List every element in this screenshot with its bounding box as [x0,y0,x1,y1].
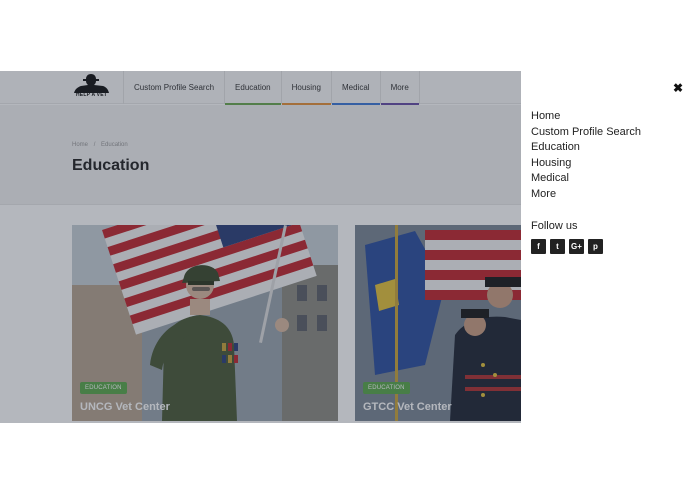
breadcrumb-home[interactable]: Home [72,142,88,148]
close-icon[interactable]: ✖ [671,81,685,95]
category-badge[interactable]: EDUCATION [80,382,127,394]
nav-label: More [390,83,409,92]
menu-item-medical[interactable]: Medical [531,171,641,187]
breadcrumb-current: Education [101,142,128,148]
offcanvas-menu-panel: ✖ Home Custom Profile Search Education H… [521,71,695,423]
article-card[interactable]: EDUCATION GTCC Vet Center [355,225,521,421]
follow-us-heading: Follow us [531,220,578,232]
nav-label: Housing [291,83,321,92]
facebook-icon[interactable]: f [531,239,546,254]
menu-item-custom-profile-search[interactable]: Custom Profile Search [531,125,641,141]
nav-medical[interactable]: Medical [330,71,380,105]
site-header: HELP A VET Custom Profile Search Educati… [0,71,521,105]
menu-item-housing[interactable]: Housing [531,156,641,172]
category-badge[interactable]: EDUCATION [363,382,410,394]
page-header: Home / Education Education [0,105,521,205]
nav-more[interactable]: More [379,71,420,105]
website-page: HELP A VET Custom Profile Search Educati… [0,71,521,423]
nav-housing[interactable]: Housing [280,71,331,105]
social-links: f t G+ p [531,239,603,254]
menu-item-education[interactable]: Education [531,140,641,156]
article-card[interactable]: EDUCATION UNCG Vet Center [72,225,338,421]
main-nav: Custom Profile Search Education Housing … [123,71,420,105]
card-title[interactable]: GTCC Vet Center [363,401,452,413]
nav-label: Education [235,83,271,92]
card-title[interactable]: UNCG Vet Center [80,401,170,413]
nav-custom-profile-search[interactable]: Custom Profile Search [123,71,224,104]
twitter-icon[interactable]: t [550,239,565,254]
breadcrumb-separator: / [93,142,96,148]
nav-education[interactable]: Education [224,71,281,105]
page-title: Education [72,157,150,174]
soldier-silhouette-icon [74,74,109,93]
pinterest-icon[interactable]: p [588,239,603,254]
menu-item-home[interactable]: Home [531,109,641,125]
logo-text: HELP A VET [76,92,107,98]
nav-label: Custom Profile Search [134,83,215,92]
screen: HELP A VET Custom Profile Search Educati… [0,0,695,494]
nav-label: Medical [341,83,370,92]
offcanvas-menu: Home Custom Profile Search Education Hou… [531,109,641,202]
breadcrumb: Home / Education [72,142,128,148]
help-a-vet-logo[interactable]: HELP A VET [73,73,110,101]
google-plus-icon[interactable]: G+ [569,239,584,254]
menu-item-more[interactable]: More [531,187,641,203]
